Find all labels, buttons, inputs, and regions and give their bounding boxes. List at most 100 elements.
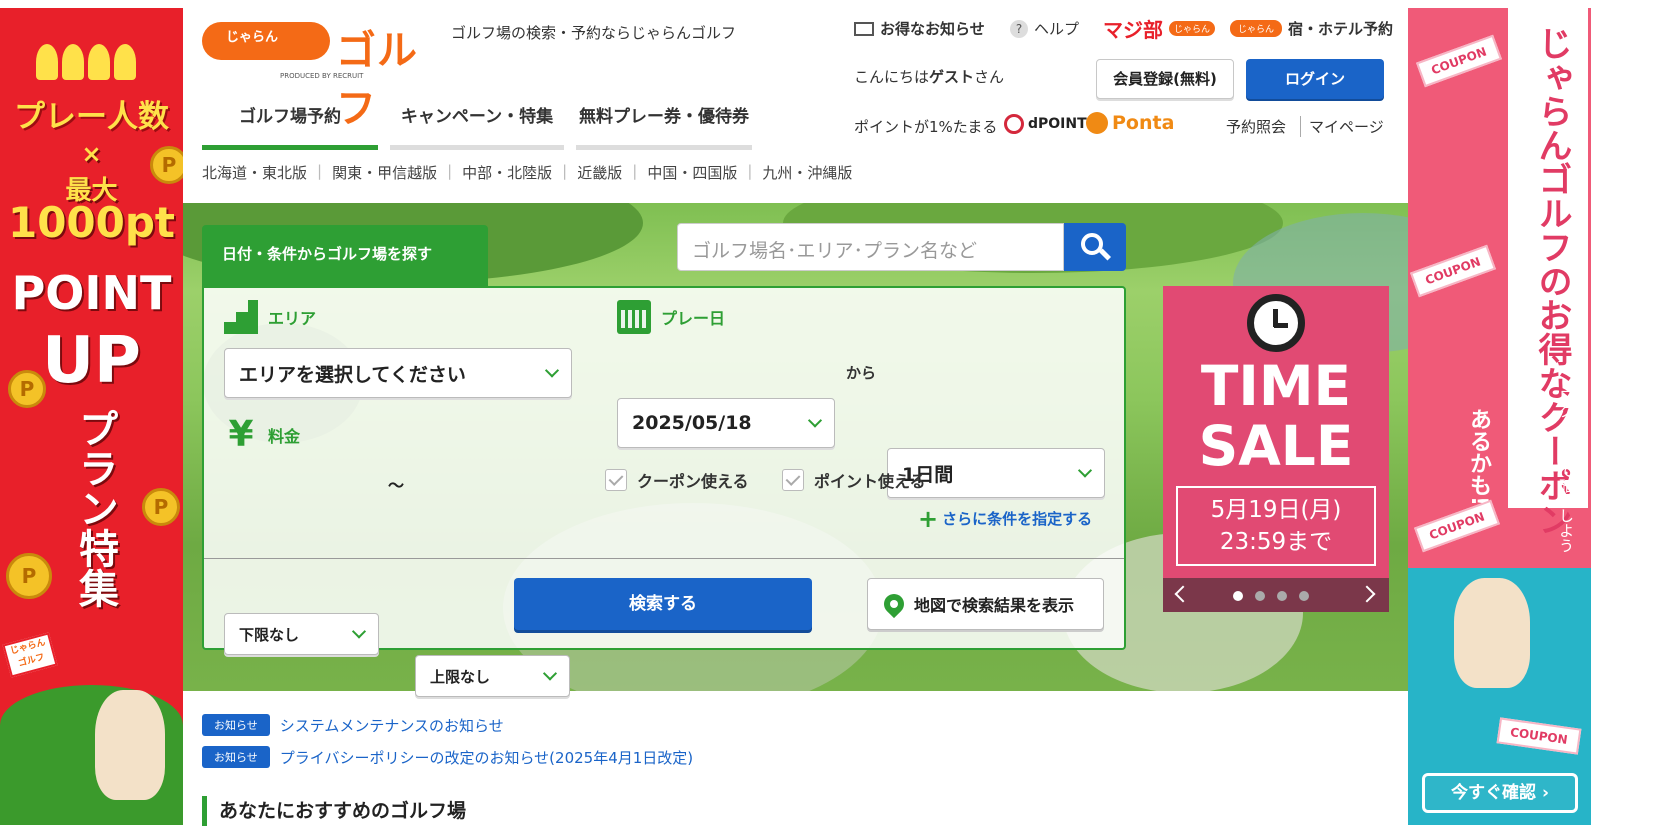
tab-label: ゴルフ場予約	[239, 107, 341, 127]
carousel-dot[interactable]	[1277, 591, 1287, 601]
search-button[interactable]: 検索する	[514, 578, 812, 630]
chevron-down-icon	[351, 624, 367, 639]
more-conditions-label: さらに条件を指定する	[942, 510, 1093, 528]
sale-time: 23:59まで	[1219, 529, 1333, 555]
sale-title-line: TIME	[1200, 354, 1352, 418]
notice-badge: お知らせ	[202, 714, 270, 736]
login-button[interactable]: ログイン	[1246, 59, 1384, 99]
sale-deadline: 5月19日(月) 23:59まで	[1176, 486, 1376, 566]
greeting-name: ゲスト	[929, 68, 975, 86]
help-icon: ?	[1010, 19, 1028, 38]
reservation-lookup-link[interactable]: 予約照会	[1226, 116, 1286, 137]
cat-mascot-icon	[95, 690, 165, 800]
area-icon	[224, 300, 258, 334]
chevron-left-icon[interactable]	[1174, 585, 1192, 603]
tab-campaign[interactable]: キャンペーン・特集	[390, 102, 564, 150]
chevron-right-icon[interactable]	[1358, 585, 1376, 603]
left-promo-banner[interactable]: プレー人数 × 最大 1000pt POINT UP プラン特集 P P P P…	[0, 8, 183, 825]
news-link[interactable]: お得なお知らせ	[854, 18, 985, 39]
coupon-ticket: COUPON	[1414, 499, 1500, 553]
more-conditions-link[interactable]: + さらに条件を指定する	[918, 507, 1093, 531]
chevron-down-icon	[1077, 463, 1093, 478]
majibu-sub-logo: じゃらん	[1169, 21, 1216, 36]
calendar-icon	[617, 300, 651, 334]
greeting-pre: こんにちは	[854, 68, 930, 86]
chevron-down-icon	[544, 363, 560, 378]
region-link-chugoku[interactable]: 中国・四国版	[647, 162, 737, 183]
notice-item[interactable]: お知らせ プライバシーポリシーの改定のお知らせ(2025年4月1日改定)	[202, 746, 693, 768]
date-label: プレー日	[661, 309, 726, 328]
promo-point-word: POINT	[11, 266, 172, 320]
mypage-link[interactable]: マイページ	[1300, 116, 1384, 137]
sale-title-line: SALE	[1198, 414, 1354, 478]
dpoint-icon	[1004, 114, 1024, 134]
map-pin-icon	[879, 589, 909, 619]
time-sale-banner[interactable]: TIME SALE 5月19日(月) 23:59まで	[1163, 286, 1389, 612]
keyword-search-input[interactable]: ゴルフ場名･エリア･プラン名など	[677, 223, 1064, 271]
area-select[interactable]: エリアを選択してください	[224, 348, 572, 398]
golf-flag: じゃらん ゴルフ	[2, 632, 58, 678]
tab-label: 無料プレー券・優待券	[579, 107, 749, 127]
promo-login-hint: ログインして確認しよう	[1557, 388, 1575, 553]
keyword-search-button[interactable]	[1064, 223, 1126, 271]
date-select[interactable]: 2025/05/18	[617, 398, 835, 448]
site-tagline: ゴルフ場の検索・予約ならじゃらんゴルフ	[451, 24, 737, 42]
carousel-dot[interactable]	[1299, 591, 1309, 601]
help-link-label: ヘルプ	[1034, 20, 1080, 38]
point-usable-checkbox[interactable]: ポイント使える	[782, 468, 926, 492]
notice-link[interactable]: プライバシーポリシーの改定のお知らせ(2025年4月1日改定)	[280, 747, 693, 768]
coupon-ticket: COUPON	[1416, 34, 1502, 88]
point-check-label: ポイント使える	[814, 472, 926, 491]
date-select-value: 2025/05/18	[632, 412, 752, 434]
coin-icon: P	[8, 370, 46, 408]
hotel-link[interactable]: じゃらん 宿・ホテル予約	[1230, 18, 1393, 39]
jalan-golf-logo[interactable]: じゃらん ゴルフ PRODUCED BY RECRUIT	[202, 20, 442, 132]
dpoint-label: dPOINT	[1028, 116, 1087, 132]
jalan-logo-icon: じゃらん	[1230, 20, 1283, 37]
checkbox-icon	[782, 469, 804, 491]
price-field-label: ¥ 料金	[224, 414, 300, 455]
region-link-chubu[interactable]: 中部・北陸版	[462, 162, 552, 183]
recommended-heading: あなたにおすすめのゴルフ場	[202, 796, 466, 826]
majibu-link[interactable]: マジ部 じゃらん	[1103, 14, 1216, 43]
ponta-icon	[1086, 112, 1108, 134]
chevron-down-icon	[807, 413, 823, 428]
area-label: エリア	[268, 309, 317, 328]
mail-icon	[854, 21, 874, 36]
news-link-label: お得なお知らせ	[880, 20, 985, 38]
tab-golf-reservation[interactable]: ゴルフ場予約	[202, 102, 378, 150]
check-now-button[interactable]: 今すぐ確認 ›	[1422, 773, 1578, 813]
price-min-value: 下限なし	[239, 625, 300, 644]
tab-label: キャンペーン・特集	[400, 107, 554, 127]
logo-produced: PRODUCED BY RECRUIT	[280, 72, 364, 80]
coupon-check-label: クーポン使える	[637, 472, 749, 491]
from-label: から	[846, 364, 877, 382]
dpoint-logo: dPOINT	[1004, 114, 1087, 134]
register-button[interactable]: 会員登録(無料)	[1096, 59, 1234, 99]
points-text: ポイントが1%たまる	[854, 118, 998, 136]
panel-divider	[204, 558, 1124, 559]
chevron-down-icon	[542, 666, 558, 681]
carousel-dot[interactable]	[1255, 591, 1265, 601]
notice-link[interactable]: システムメンテナンスのお知らせ	[280, 715, 504, 736]
notice-item[interactable]: お知らせ システムメンテナンスのお知らせ	[202, 714, 504, 736]
help-link[interactable]: ? ヘルプ	[1010, 18, 1079, 39]
region-link-kinki[interactable]: 近畿版	[577, 162, 622, 183]
greeting-post: さん	[974, 68, 1005, 86]
region-link-kanto[interactable]: 関東・甲信越版	[332, 162, 437, 183]
coin-icon: P	[150, 146, 183, 184]
tab-date-conditions-search[interactable]: 日付・条件からゴルフ場を探す	[202, 225, 488, 287]
price-max-select[interactable]: 上限なし	[415, 655, 570, 697]
price-min-select[interactable]: 下限なし	[224, 613, 379, 655]
yen-icon: ¥	[228, 414, 254, 455]
coupon-usable-checkbox[interactable]: クーポン使える	[605, 468, 749, 492]
right-promo-banner[interactable]: じゃらんゴルフのお得なクーポン あるかも!? ログインして確認しよう COUPO…	[1408, 8, 1591, 825]
sale-date: 5月19日(月)	[1210, 497, 1342, 523]
map-results-button[interactable]: 地図で検索結果を表示	[867, 578, 1104, 630]
region-link-hokkaido[interactable]: 北海道・東北版	[202, 162, 307, 183]
promo-points: 1000pt	[7, 198, 176, 247]
carousel-dot[interactable]	[1233, 591, 1243, 601]
region-link-kyushu[interactable]: 九州・沖縄版	[762, 162, 852, 183]
tab-free-tickets[interactable]: 無料プレー券・優待券	[576, 102, 752, 150]
coin-icon: P	[6, 553, 52, 599]
